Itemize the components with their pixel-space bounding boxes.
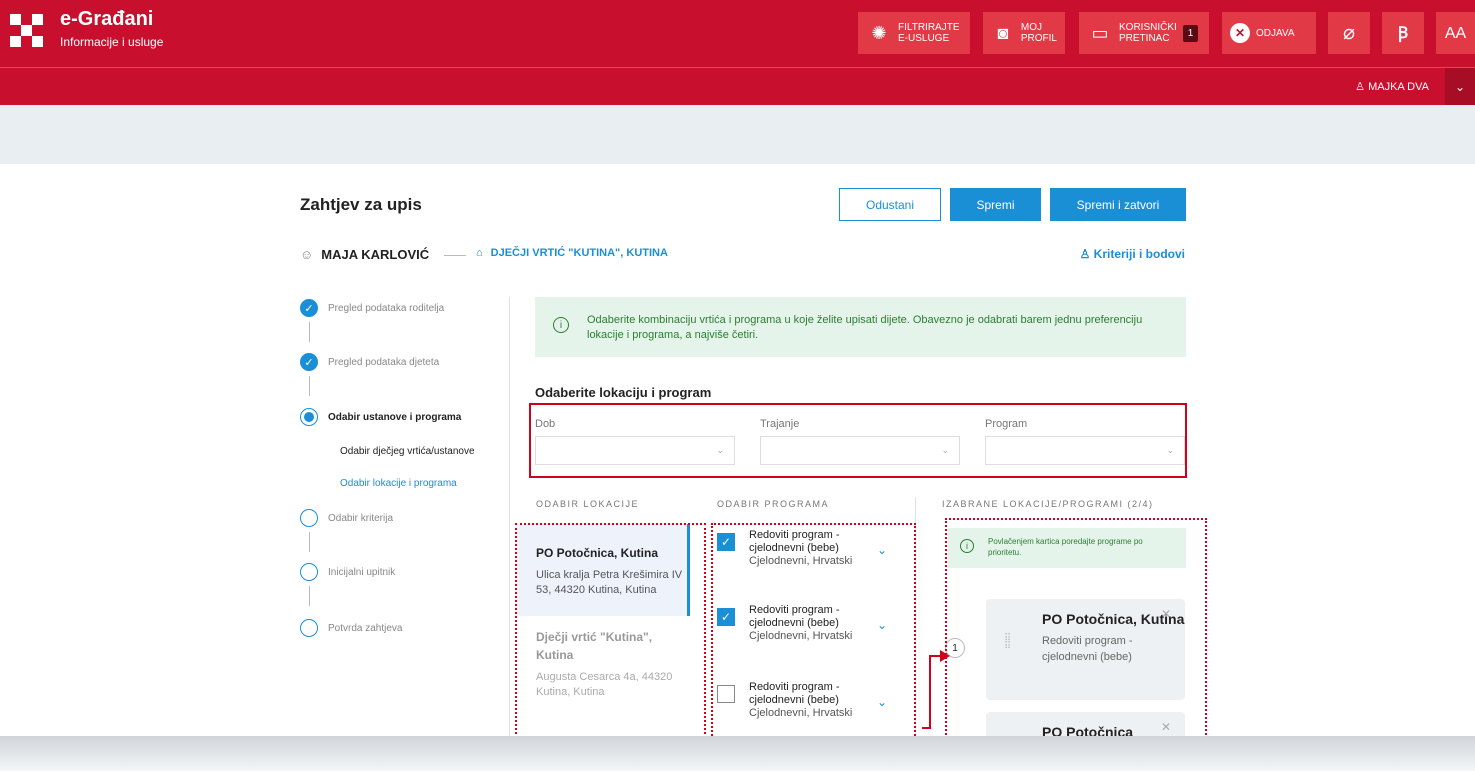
globe-filter-icon: ✺ xyxy=(871,22,887,43)
shadow-band xyxy=(0,736,1475,771)
inbox-icon: ▭ xyxy=(1091,22,1109,43)
close-circle-icon: ✕ xyxy=(1230,23,1250,43)
step-parent-data[interactable]: ✓ Pregled podataka roditelja xyxy=(300,299,444,317)
app-window: e-Građani Informacije i usluge ✺ FILTRIR… xyxy=(0,0,1475,738)
locations-column-header: ODABIR LOKACIJE xyxy=(536,499,640,509)
chevron-down-icon: ⌄ xyxy=(1166,445,1174,455)
accessibility-font-icon[interactable]: Ꞵ xyxy=(1382,12,1424,54)
logout-button[interactable]: ✕ ODJAVA xyxy=(1222,12,1316,54)
font-size-toggle[interactable]: AA xyxy=(1436,12,1475,54)
inbox-count-badge: 1 xyxy=(1182,24,1199,42)
child-face-icon: ☺ xyxy=(300,247,314,262)
save-and-close-button[interactable]: Spremi i zatvori xyxy=(1050,188,1186,221)
age-label: Dob xyxy=(535,418,556,430)
info-alert: i Odaberite kombinaciju vrtića i program… xyxy=(535,297,1186,357)
step-connector xyxy=(309,586,310,606)
step-institution-program[interactable]: Odabir ustanove i programa xyxy=(300,408,461,426)
grey-band xyxy=(0,105,1475,164)
step-connector xyxy=(309,322,310,342)
step-connector xyxy=(309,376,310,396)
step-circle-icon xyxy=(300,619,318,637)
criteria-link[interactable]: ♙ Kriteriji i bodovi xyxy=(1080,247,1185,261)
programs-column-header: ODABIR PROGRAMA xyxy=(717,499,830,509)
child-breadcrumb: ☺ MAJA KARLOVIĆ xyxy=(300,247,430,262)
profile-icon: ◙ xyxy=(997,22,1009,43)
annotation-arrows xyxy=(922,650,950,729)
users-icon: ♙ xyxy=(1079,247,1094,261)
user-inbox-button[interactable]: ▭ KORISNIČKI PRETINAC 1 xyxy=(1079,12,1209,54)
step-circle-icon xyxy=(300,563,318,581)
chevron-down-icon[interactable]: ⌄ xyxy=(1445,68,1475,106)
step-connector xyxy=(309,532,310,552)
save-button[interactable]: Spremi xyxy=(950,188,1041,221)
brand-title[interactable]: e-Građani xyxy=(60,8,153,31)
section-heading: Odaberite lokaciju i program xyxy=(535,385,712,400)
divider xyxy=(509,297,510,737)
info-icon: i xyxy=(553,317,569,333)
cancel-button[interactable]: Odustani xyxy=(839,188,941,221)
visibility-toggle-icon[interactable]: ⌀ xyxy=(1328,12,1370,54)
program-select[interactable]: ⌄ xyxy=(985,436,1185,465)
check-icon: ✓ xyxy=(300,299,318,317)
user-icon: ♙ xyxy=(1355,81,1369,93)
top-bar: e-Građani Informacije i usluge ✺ FILTRIR… xyxy=(0,0,1475,67)
filter-eservices-button[interactable]: ✺ FILTRIRAJTE E-USLUGE xyxy=(858,12,970,54)
substep-kindergarten[interactable]: Odabir dječjeg vrtića/ustanove xyxy=(340,446,475,457)
institution-breadcrumb: ⌂ DJEČJI VRTIĆ "KUTINA", KUTINA xyxy=(476,247,668,259)
checkered-logo-icon xyxy=(10,14,44,48)
user-bar: ♙ MAJKA DVA ⌄ xyxy=(0,67,1475,106)
duration-select[interactable]: ⌄ xyxy=(760,436,960,465)
duration-label: Trajanje xyxy=(760,418,800,430)
selected-column-header: IZABRANE LOKACIJE/PROGRAMI (2/4) xyxy=(942,499,1154,509)
check-icon: ✓ xyxy=(300,353,318,371)
substep-location-program[interactable]: Odabir lokacije i programa xyxy=(340,478,457,489)
brand-subtitle: Informacije i usluge xyxy=(60,35,164,49)
step-initial-questionnaire[interactable]: Inicijalni upitnik xyxy=(300,563,395,581)
step-circle-icon xyxy=(300,509,318,527)
annotation-box xyxy=(945,518,1207,738)
page-title: Zahtjev za upis xyxy=(300,195,422,214)
active-step-icon xyxy=(300,408,318,426)
home-icon: ⌂ xyxy=(476,247,483,259)
age-select[interactable]: ⌄ xyxy=(535,436,735,465)
user-menu[interactable]: ♙ MAJKA DVA xyxy=(1355,80,1429,93)
breadcrumb-divider xyxy=(444,255,466,256)
program-label: Program xyxy=(985,418,1028,430)
step-criteria[interactable]: Odabir kriterija xyxy=(300,509,393,527)
chevron-down-icon: ⌄ xyxy=(941,445,949,455)
step-confirmation[interactable]: Potvrda zahtjeva xyxy=(300,619,403,637)
my-profile-button[interactable]: ◙ MOJ PROFIL xyxy=(983,12,1065,54)
step-child-data[interactable]: ✓ Pregled podataka djeteta xyxy=(300,353,439,371)
chevron-down-icon: ⌄ xyxy=(716,445,724,455)
